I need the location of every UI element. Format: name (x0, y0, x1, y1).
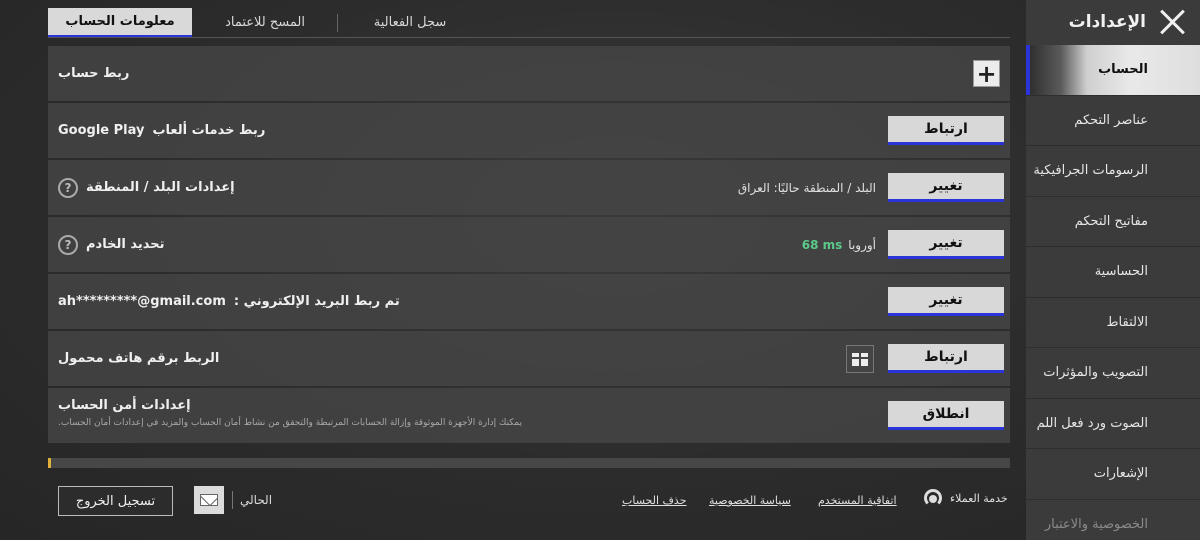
sidebar-item-aim-effects[interactable]: التصويب والمؤثرات (1026, 348, 1200, 399)
current-label: الحالي (240, 493, 273, 507)
row-server: تحديد الخادم ? 68 ms أوروبا تغيير (48, 217, 1010, 272)
logout-button[interactable]: تسجيل الخروج (58, 486, 173, 516)
server-label: تحديد الخادم (86, 237, 165, 252)
customer-support[interactable]: خدمة العملاء (924, 489, 1008, 507)
sidebar-item-controls[interactable]: عناصر التحكم (1026, 95, 1200, 146)
help-icon[interactable]: ? (58, 234, 78, 255)
tab-bar: معلومات الحساب المسح للاعتماد سجل الفعال… (48, 8, 1010, 38)
delete-account-link[interactable]: حذف الحساب (622, 494, 687, 507)
row-link-account: ربط حساب + (48, 46, 1010, 101)
security-description: يمكنك إدارة الأجهزة الموثوقة وإزالة الحس… (58, 418, 522, 428)
footer-divider (232, 491, 233, 509)
row-label: إعدادات البلد / المنطقة ? (58, 160, 235, 215)
plus-icon[interactable]: + (973, 60, 1000, 87)
link-account-label: ربط حساب (58, 66, 130, 81)
server-region: أوروبا (848, 237, 876, 252)
row-label: ربط حساب (58, 46, 129, 101)
user-agreement-link[interactable]: اتفاقية المستخدم (818, 494, 897, 507)
gift-icon[interactable] (846, 345, 874, 373)
row-label: تم ربط البريد الإلكتروني : ah*********@g… (58, 274, 400, 329)
google-play-brand: Google Play (58, 123, 145, 138)
row-security: إعدادات أمن الحساب يمكنك إدارة الأجهزة ا… (48, 388, 1010, 443)
row-phone: الربط برقم هاتف محمول ارتباط (48, 331, 1010, 386)
tab-account-info[interactable]: معلومات الحساب (48, 8, 192, 37)
mail-icon[interactable] (194, 486, 224, 514)
tab-activity-log[interactable]: سجل الفعالية (338, 8, 482, 37)
email-label: تم ربط البريد الإلكتروني : (233, 294, 400, 309)
server-change-button[interactable]: تغيير (888, 230, 1004, 259)
sidebar-item-account[interactable]: الحساب (1026, 45, 1200, 96)
privacy-policy-link[interactable]: سياسة الخصوصية (709, 494, 791, 507)
server-info: 68 ms أوروبا (802, 217, 876, 272)
security-text: إعدادات أمن الحساب يمكنك إدارة الأجهزة ا… (58, 398, 522, 428)
progress-bar (48, 458, 1010, 468)
sidebar-item-audio-haptics[interactable]: الصوت ورد فعل اللم (1026, 398, 1200, 449)
region-info: البلد / المنطقة حاليًا: العراق (737, 180, 876, 195)
sidebar-item-notifications[interactable]: الإشعارات (1026, 449, 1200, 500)
email-change-button[interactable]: تغيير (888, 287, 1004, 316)
google-play-link-button[interactable]: ارتباط (888, 116, 1004, 145)
sidebar-item-privacy[interactable]: الخصوصية والاعتبار (1026, 499, 1200, 540)
sidebar-item-pickup[interactable]: الالتقاط (1026, 297, 1200, 348)
settings-sidebar: الإعدادات الحساب عناصر التحكم الرسومات ا… (1026, 0, 1200, 540)
region-label: إعدادات البلد / المنطقة (86, 180, 235, 195)
phone-link-button[interactable]: ارتباط (888, 344, 1004, 373)
account-settings-list: ربط حساب + ربط خدمات ألعاب Google Play ا… (48, 46, 1010, 445)
phone-label: الربط برقم هاتف محمول (58, 351, 220, 366)
security-title: إعدادات أمن الحساب (58, 398, 191, 413)
security-launch-button[interactable]: انطلاق (888, 401, 1004, 430)
close-icon[interactable] (1158, 7, 1188, 37)
row-label: تحديد الخادم ? (58, 217, 164, 272)
sidebar-list: الحساب عناصر التحكم الرسومات الجرافيكية … (1026, 45, 1200, 540)
tab-verification-scan[interactable]: المسح للاعتماد (193, 8, 337, 37)
sidebar-item-sensitivity[interactable]: الحساسية (1026, 247, 1200, 298)
region-change-button[interactable]: تغيير (888, 173, 1004, 202)
help-icon[interactable]: ? (58, 177, 78, 198)
row-google-play: ربط خدمات ألعاب Google Play ارتباط (48, 103, 1010, 158)
progress-fill (48, 458, 51, 468)
settings-title: الإعدادات (1068, 12, 1146, 32)
row-label: ربط خدمات ألعاب Google Play (58, 103, 265, 158)
row-email: تم ربط البريد الإلكتروني : ah*********@g… (48, 274, 1010, 329)
sidebar-item-graphics[interactable]: الرسومات الجرافيكية (1026, 146, 1200, 197)
headset-icon (924, 489, 942, 507)
row-label: الربط برقم هاتف محمول (58, 331, 219, 386)
email-value: ah*********@gmail.com (58, 294, 226, 309)
server-ping: 68 ms (801, 237, 843, 252)
customer-support-label: خدمة العملاء (950, 491, 1008, 505)
row-region: إعدادات البلد / المنطقة ? البلد / المنطق… (48, 160, 1010, 215)
google-play-label: ربط خدمات ألعاب (152, 123, 266, 138)
sidebar-header: الإعدادات (1026, 0, 1200, 44)
sidebar-item-control-keys[interactable]: مفاتيح التحكم (1026, 196, 1200, 247)
